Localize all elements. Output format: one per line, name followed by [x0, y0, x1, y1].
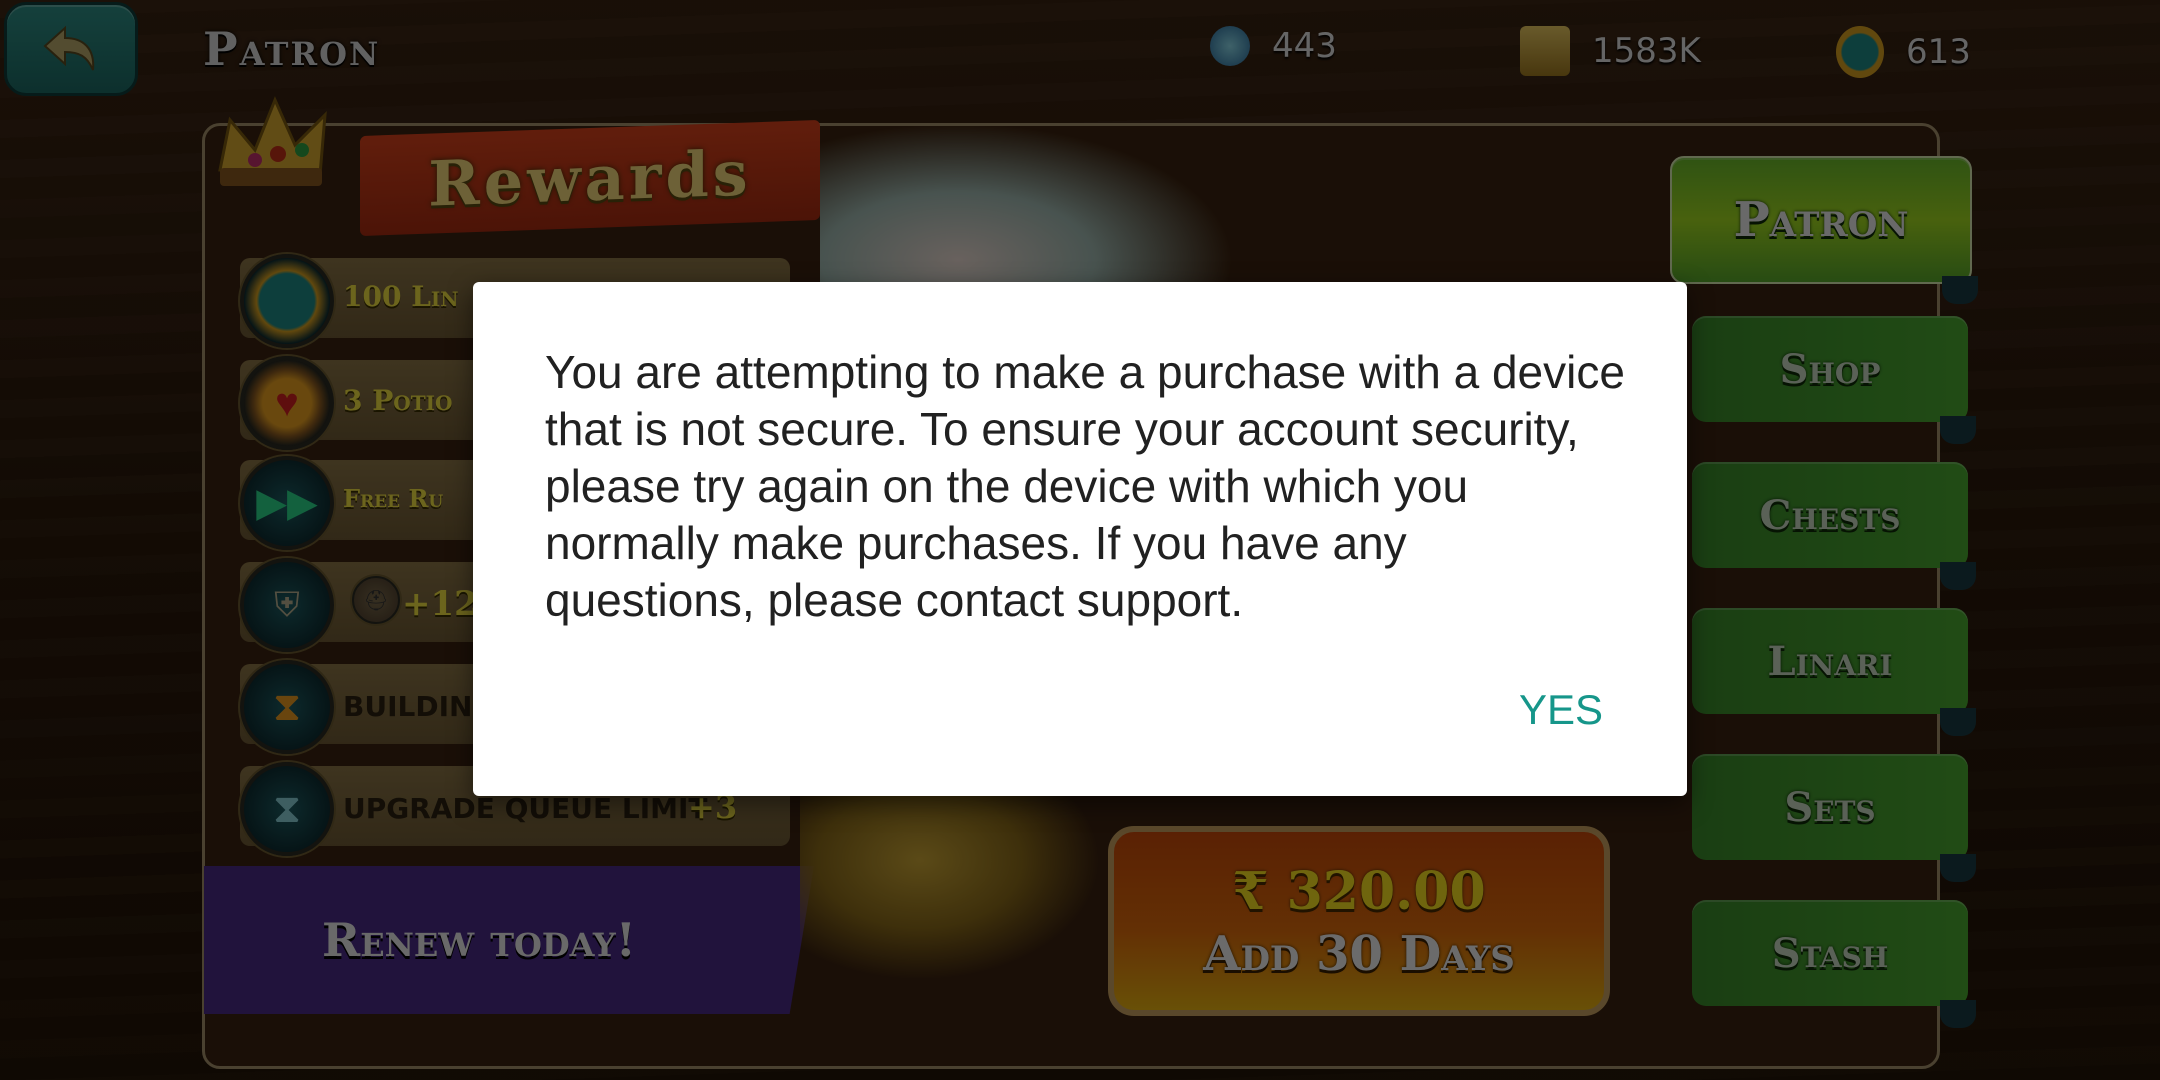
dialog-message: You are attempting to make a purchase wi…: [545, 346, 1625, 626]
yes-button[interactable]: YES: [1519, 686, 1603, 734]
insecure-device-dialog: You are attempting to make a purchase wi…: [473, 282, 1687, 796]
